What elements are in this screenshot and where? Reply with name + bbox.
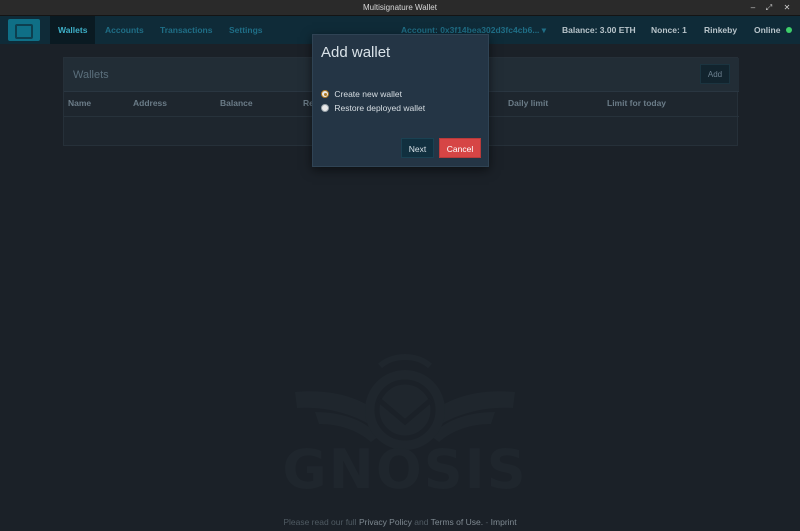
balance-display: Balance: 3.00 ETH: [562, 25, 636, 35]
wallet-logo-icon[interactable]: [8, 19, 40, 41]
column-header-limit-today[interactable]: Limit for today: [607, 98, 666, 108]
tab-wallets[interactable]: Wallets: [50, 16, 96, 44]
maximize-icon[interactable]: ⤢: [762, 0, 776, 16]
radio-restore[interactable]: [321, 104, 329, 112]
option-create-new-wallet[interactable]: Create new wallet: [321, 88, 402, 100]
tab-transactions[interactable]: Transactions: [160, 16, 212, 44]
close-icon[interactable]: ✕: [780, 0, 794, 16]
next-button[interactable]: Next: [401, 138, 434, 158]
column-header-name[interactable]: Name: [68, 98, 91, 108]
add-wallet-button[interactable]: Add: [700, 64, 730, 84]
tab-accounts[interactable]: Accounts: [105, 16, 144, 44]
terms-link[interactable]: Terms of Use.: [431, 517, 483, 527]
panel-title: Wallets: [73, 69, 109, 81]
dialog-title: Add wallet: [321, 44, 391, 61]
option-label-create: Create new wallet: [334, 89, 402, 99]
status-label: Online: [754, 25, 781, 35]
footer-and: and: [414, 517, 429, 527]
status-dot-icon: [785, 27, 792, 33]
gnosis-watermark: GNOSIS: [275, 350, 535, 510]
window-titlebar: Multisignature Wallet ‒ ⤢ ✕: [0, 0, 800, 16]
footer-text: Please read our full: [283, 517, 357, 527]
privacy-policy-link[interactable]: Privacy Policy: [359, 517, 412, 527]
footer: Please read our full Privacy Policy and …: [0, 517, 800, 527]
column-header-address[interactable]: Address: [133, 98, 167, 108]
window-title: Multisignature Wallet: [363, 3, 437, 12]
radio-create-new[interactable]: [321, 90, 329, 98]
imprint-link[interactable]: Imprint: [491, 517, 517, 527]
footer-dash: -: [485, 517, 489, 527]
cancel-button[interactable]: Cancel: [439, 138, 481, 158]
watermark-text: GNOSIS: [282, 438, 528, 501]
tab-settings[interactable]: Settings: [229, 16, 263, 44]
add-wallet-dialog: Add wallet Create new wallet Restore dep…: [312, 34, 489, 167]
network-display: Rinkeby: [704, 25, 738, 35]
nonce-display: Nonce: 1: [651, 25, 687, 35]
option-restore-wallet[interactable]: Restore deployed wallet: [321, 102, 425, 114]
option-label-restore: Restore deployed wallet: [334, 103, 426, 113]
column-header-balance[interactable]: Balance: [220, 98, 253, 108]
minimize-icon[interactable]: ‒: [746, 0, 760, 16]
column-header-daily-limit[interactable]: Daily limit: [508, 98, 548, 108]
connection-status: Online: [754, 16, 792, 44]
